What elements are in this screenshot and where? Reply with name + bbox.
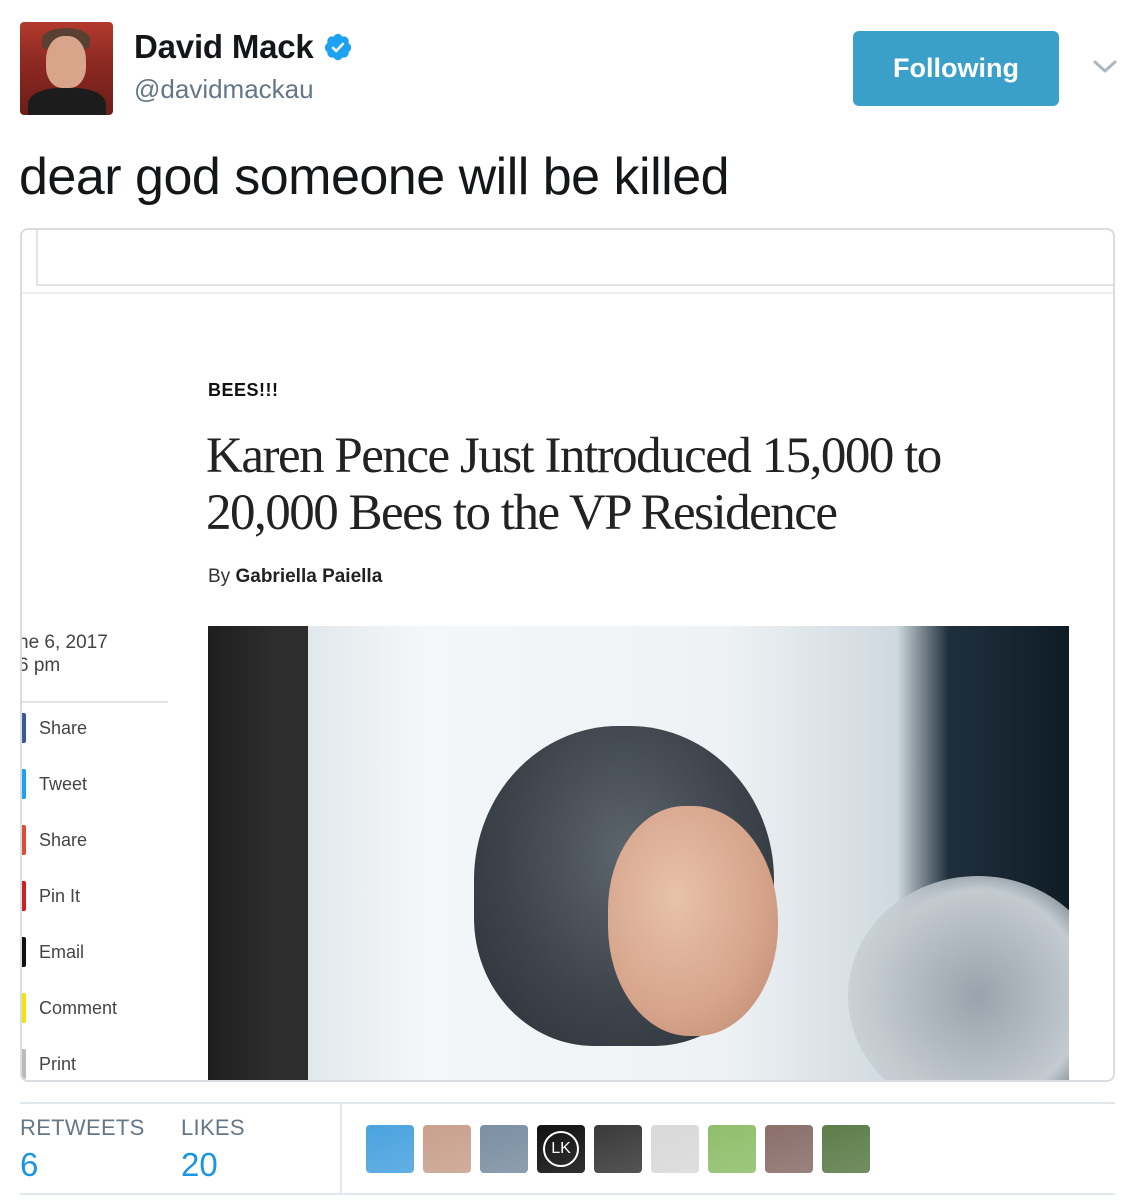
avatar-shirt: [28, 88, 106, 115]
stats-bottom-divider: [20, 1193, 1115, 1195]
article-photo: [208, 626, 1069, 1080]
byline-prefix: By: [208, 566, 231, 587]
share-item[interactable]: Print: [22, 1049, 76, 1079]
retweets-label[interactable]: RETWEETS: [20, 1115, 145, 1141]
share-color-bar: [22, 881, 26, 911]
tweet-text: dear god someone will be killed: [19, 148, 730, 206]
article-topbar: [36, 230, 1113, 286]
photo-subject-face: [608, 806, 778, 1036]
liker-avatar[interactable]: [822, 1125, 870, 1173]
share-color-bar: [22, 825, 26, 855]
article-divider: [22, 292, 1113, 294]
article-headline: Karen Pence Just Introduced 15,000 to 20…: [206, 428, 942, 541]
likes-label[interactable]: LIKES: [181, 1115, 245, 1141]
liker-avatar[interactable]: [708, 1125, 756, 1173]
share-item-label: Email: [39, 941, 85, 962]
liker-avatar[interactable]: LK: [537, 1125, 585, 1173]
liker-avatar[interactable]: [480, 1125, 528, 1173]
byline-author: Gabriella Paiella: [235, 566, 383, 587]
share-item[interactable]: Comment: [22, 993, 117, 1023]
sidebar-divider: [22, 701, 168, 703]
liker-avatar[interactable]: [423, 1125, 471, 1173]
stats-top-divider: [20, 1102, 1115, 1104]
verified-badge-icon: [324, 33, 351, 61]
photo-window-frame: [268, 626, 308, 1080]
author-handle[interactable]: @davidmackau: [134, 74, 314, 105]
share-item[interactable]: Share: [22, 713, 87, 743]
author-avatar[interactable]: [20, 22, 113, 115]
article-date: ne 6, 2017 6 pm: [20, 631, 108, 677]
share-item[interactable]: Email: [22, 937, 84, 967]
liker-avatar[interactable]: [594, 1125, 642, 1173]
share-item-label: Pin It: [39, 885, 81, 906]
share-color-bar: [22, 769, 26, 799]
share-color-bar: [22, 713, 26, 743]
photo-background-figure: [848, 876, 1069, 1080]
share-item-label: Share: [39, 717, 88, 738]
liker-avatar[interactable]: [765, 1125, 813, 1173]
share-item-label: Share: [39, 829, 88, 850]
tweet-media-image[interactable]: BEES!!! Karen Pence Just Introduced 15,0…: [20, 228, 1115, 1082]
share-item-label: Comment: [39, 997, 118, 1018]
share-item-label: Print: [39, 1053, 77, 1074]
article-kicker: BEES!!!: [208, 380, 279, 400]
liker-avatar[interactable]: [651, 1125, 699, 1173]
share-color-bar: [22, 1049, 26, 1079]
likes-count[interactable]: 20: [181, 1146, 218, 1184]
share-item[interactable]: Pin It: [22, 881, 80, 911]
avatar-face: [46, 36, 86, 88]
liker-avatar[interactable]: [366, 1125, 414, 1173]
author-name-row[interactable]: David Mack: [134, 28, 353, 66]
share-item[interactable]: Share: [22, 825, 87, 855]
chevron-down-icon[interactable]: [1092, 58, 1118, 76]
liker-avatars: LK: [366, 1125, 870, 1173]
stats-divider: [340, 1104, 342, 1193]
article-byline: By Gabriella Paiella: [208, 566, 382, 588]
share-item-label: Tweet: [39, 773, 88, 794]
date-line-2: 6 pm: [20, 655, 61, 676]
date-line-1: ne 6, 2017: [20, 632, 108, 653]
liker-monogram: LK: [543, 1131, 579, 1167]
share-color-bar: [22, 993, 26, 1023]
author-name[interactable]: David Mack: [134, 28, 314, 66]
following-button[interactable]: Following: [853, 31, 1059, 106]
retweets-count[interactable]: 6: [20, 1146, 38, 1184]
share-color-bar: [22, 937, 26, 967]
share-item[interactable]: Tweet: [22, 769, 87, 799]
